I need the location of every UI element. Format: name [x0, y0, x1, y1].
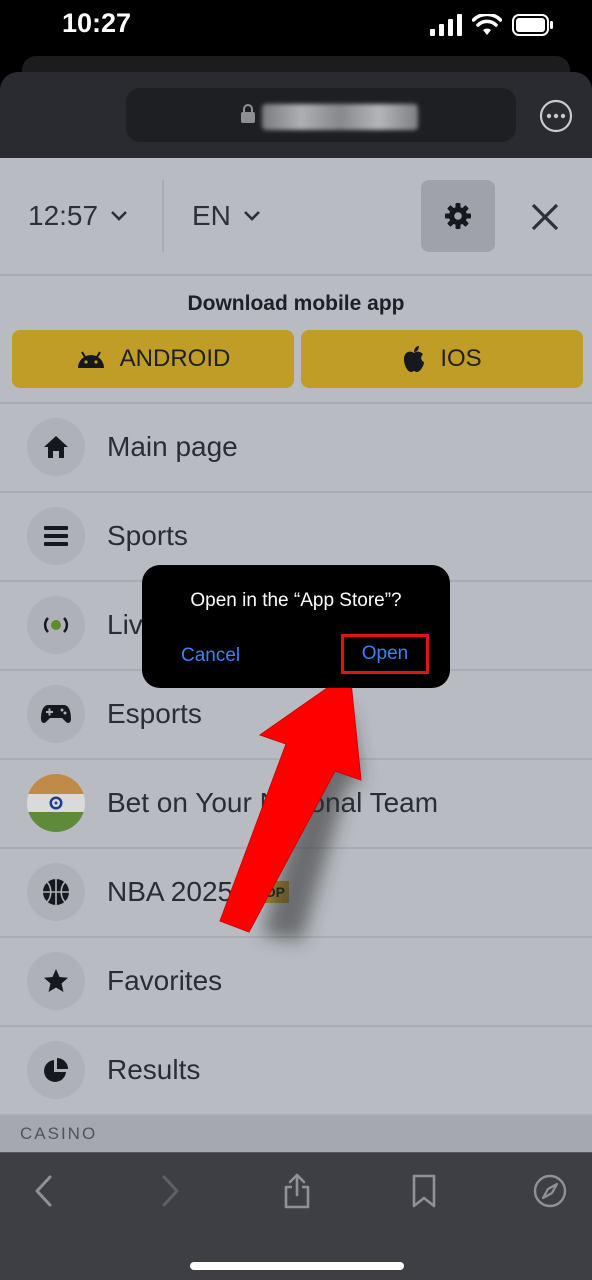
browser-top-bar [0, 72, 592, 158]
home-indicator [190, 1262, 404, 1270]
signal-icon [430, 14, 462, 36]
android-icon [77, 351, 104, 368]
menu-item-main-page[interactable]: Main page [0, 404, 592, 493]
open-button[interactable]: Open [341, 634, 429, 674]
menu-item-national-team[interactable]: Bet on Your National Team [0, 760, 592, 849]
settings-button[interactable] [421, 180, 495, 252]
home-icon [27, 418, 85, 476]
ios-download-button[interactable]: IOS [301, 330, 583, 388]
share-button[interactable] [275, 1171, 319, 1211]
menu-item-label: Bet on Your National Team [107, 787, 439, 818]
chevron-left-icon [35, 1175, 52, 1207]
basketball-icon [27, 863, 85, 921]
language-selector[interactable]: EN [192, 200, 261, 232]
india-flag-icon [27, 774, 85, 832]
forward-button[interactable] [148, 1171, 192, 1211]
android-download-button[interactable]: ANDROID [12, 330, 294, 388]
apple-icon [404, 346, 425, 372]
pie-chart-icon [27, 1041, 85, 1099]
close-icon [531, 203, 559, 231]
casino-section-header: CASINO [0, 1116, 592, 1152]
live-icon [27, 596, 85, 654]
menu-item-label: Esports [107, 698, 202, 729]
casino-label: CASINO [20, 1124, 98, 1143]
more-options-icon[interactable] [538, 98, 574, 134]
star-icon [27, 952, 85, 1010]
back-button[interactable] [22, 1171, 66, 1211]
browser-toolbar [0, 1152, 592, 1280]
chevron-down-icon [243, 211, 260, 221]
lock-icon [241, 104, 255, 123]
menu-item-results[interactable]: Results [0, 1027, 592, 1116]
close-button[interactable] [520, 196, 570, 238]
list-icon [27, 507, 85, 565]
menu-item-label: Sports [107, 520, 188, 551]
open-button-label: Open [361, 643, 409, 664]
menu-item-label: Favorites [107, 965, 223, 996]
divider [162, 180, 164, 252]
time-selector-value: 12:57 [28, 200, 99, 231]
status-bar: 10:27 [0, 0, 592, 60]
bookmarks-button[interactable] [402, 1171, 446, 1211]
compass-icon [533, 1174, 567, 1208]
menu-item-label: NBA 2025 [107, 876, 234, 907]
open-in-app-store-dialog: Open in the “App Store”? Cancel Open [142, 565, 450, 688]
bookmark-icon [412, 1174, 436, 1208]
gamepad-icon [27, 685, 85, 743]
language-selector-value: EN [192, 200, 231, 231]
android-label: ANDROID [119, 345, 231, 372]
share-icon [284, 1173, 310, 1209]
url-bar[interactable] [126, 88, 516, 142]
cancel-button[interactable]: Cancel [181, 645, 240, 667]
status-time: 10:27 [62, 8, 132, 38]
chevron-right-icon [162, 1175, 179, 1207]
top-badge: TOP [247, 881, 289, 903]
ios-label: IOS [440, 345, 482, 372]
battery-icon [512, 14, 553, 36]
status-icons [430, 14, 554, 36]
menu-item-label: Results [107, 1054, 201, 1085]
time-selector[interactable]: 12:57 [28, 200, 128, 232]
menu-item-favorites[interactable]: Favorites [0, 938, 592, 1027]
menu-item-label: Main page [107, 431, 238, 462]
download-title: Download mobile app [187, 292, 405, 315]
tabs-button[interactable] [528, 1171, 572, 1211]
chevron-down-icon [111, 211, 127, 221]
header-row: 12:57 EN [0, 158, 592, 276]
wifi-icon [472, 14, 502, 35]
url-text-blurred [262, 104, 418, 130]
gear-icon [445, 203, 471, 229]
dialog-message: Open in the “App Store”? [190, 590, 402, 611]
menu-item-nba[interactable]: NBA 2025 TOP [0, 849, 592, 938]
